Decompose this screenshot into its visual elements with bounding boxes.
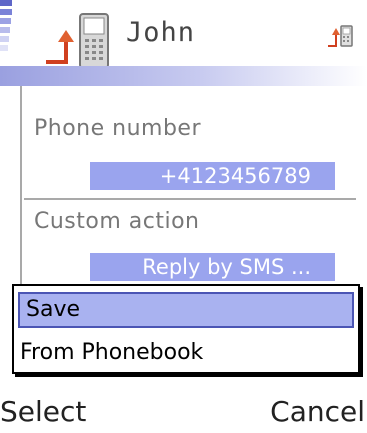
field-separator	[24, 198, 356, 200]
contact-name-title: John	[126, 17, 196, 48]
header: John	[0, 0, 367, 69]
cancel-softkey[interactable]: Cancel	[270, 390, 365, 433]
select-softkey[interactable]: Select	[0, 390, 86, 433]
header-band	[0, 66, 367, 148]
phone-number-value[interactable]: +4123456789	[90, 162, 335, 190]
options-menu: Save From Phonebook	[12, 284, 360, 374]
signal-strength-icon	[0, 0, 16, 62]
small-phone-icon	[328, 25, 353, 47]
custom-action-value[interactable]: Reply by SMS ...	[90, 253, 335, 281]
left-divider	[20, 86, 22, 296]
menu-item-from-phonebook[interactable]: From Phonebook	[14, 334, 358, 372]
menu-item-save[interactable]: Save	[18, 292, 354, 328]
custom-action-label: Custom action	[34, 209, 200, 234]
phone-number-label: Phone number	[34, 116, 202, 141]
softkey-bar: Select Cancel	[0, 390, 367, 433]
phone-screen: John Phone number +4123456789 Custom act…	[0, 0, 367, 433]
contact-phone-icon	[46, 13, 109, 69]
